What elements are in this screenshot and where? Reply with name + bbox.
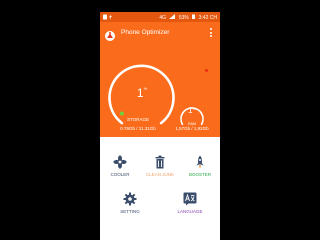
status-bar: 4G 53% 3:42 CH	[100, 12, 220, 22]
language-label: LANGUAGE	[177, 209, 203, 214]
hero-panel: Phone Optimizer 1% STORAGE 0.76Gb / 11.3…	[100, 22, 220, 137]
cooler-label: COOLER	[110, 172, 130, 177]
screenshot-stage: 4G 53% 3:42 CH Phone Optimizer 1% STORAG…	[0, 0, 320, 240]
clean-junk-button[interactable]: CLEAN JUNK	[140, 152, 180, 186]
booster-button[interactable]: BOOSTER	[180, 152, 220, 186]
phone-screen: 4G 53% 3:42 CH Phone Optimizer 1% STORAG…	[100, 12, 220, 240]
clock: 3:42 CH	[198, 15, 217, 21]
trash-icon	[153, 155, 167, 169]
feature-grid: COOLER CLEAN JUNK BOOSTER SETTING LANGUA…	[100, 137, 220, 240]
ram-detail: 1,57Gb / 1,92Gb	[175, 126, 209, 131]
language-button[interactable]: LANGUAGE	[170, 189, 210, 223]
alert-dot	[205, 69, 208, 72]
setting-button[interactable]: SETTING	[110, 189, 150, 223]
rocket-icon	[193, 155, 207, 169]
status-right: 4G 53% 3:42 CH	[157, 14, 217, 21]
setting-label: SETTING	[120, 209, 140, 214]
storage-label: STORAGE	[127, 117, 149, 122]
gear-icon	[123, 192, 137, 206]
notification-icons	[103, 14, 115, 22]
storage-percent: 1%	[136, 86, 148, 100]
storage-detail: 0.76Gb / 11.31Gb	[120, 126, 156, 131]
language-icon	[183, 192, 197, 206]
battery-icon	[192, 14, 196, 21]
cooler-button[interactable]: COOLER	[100, 152, 140, 186]
fan-icon	[113, 155, 127, 169]
notification-icon	[103, 14, 112, 20]
storage-gauge-marker	[119, 111, 124, 116]
network-badge: 4G	[159, 15, 167, 21]
clean-junk-label: CLEAN JUNK	[145, 172, 174, 177]
ram-percent: 1%	[187, 106, 196, 115]
signal-icon	[169, 14, 176, 21]
booster-label: BOOSTER	[188, 172, 211, 177]
battery-percent: 53%	[178, 15, 189, 21]
